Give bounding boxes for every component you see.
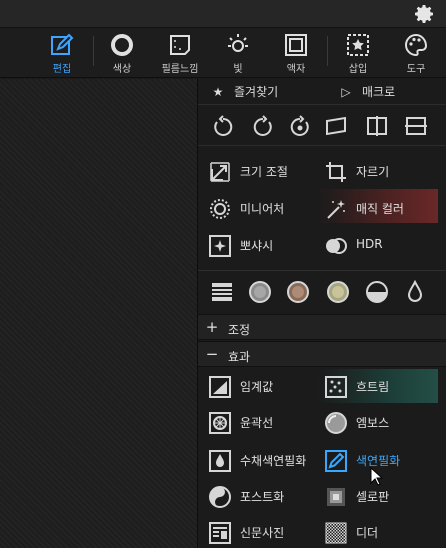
plus-icon: + xyxy=(205,318,219,336)
tool-label: 액자 xyxy=(286,64,306,75)
preset-row xyxy=(198,272,446,314)
minus-icon: − xyxy=(205,345,219,363)
dither-label: 디더 xyxy=(356,526,379,540)
main-toolbar: 편집 색상 필름느낌 빛 액자 삽입 도구 xyxy=(0,28,446,78)
preset-sepia-icon[interactable] xyxy=(286,280,310,304)
palette-icon xyxy=(405,33,428,57)
frame-icon xyxy=(285,34,307,56)
tool-film[interactable]: 필름느낌 xyxy=(158,32,202,75)
edit-panel: ★ 즐겨찾기 ▷ 매크로 크기 조절 자르기 미니어처 매직 컬러 뽀샤시 HDR xyxy=(197,79,446,548)
list-icon[interactable] xyxy=(210,280,234,304)
rotate-left-icon[interactable] xyxy=(210,113,236,139)
free-rotate-icon[interactable] xyxy=(287,113,313,139)
favorites-label: 즐겨찾기 xyxy=(234,85,279,99)
celluloid-label: 셀로판 xyxy=(356,490,390,504)
rotate-tools-row xyxy=(198,106,446,146)
posterize-label: 포스트화 xyxy=(240,490,285,504)
hdr-label: HDR xyxy=(356,237,383,251)
threshold-label: 임계값 xyxy=(240,380,274,394)
tool-tools[interactable]: 도구 xyxy=(394,32,438,75)
tool-color[interactable]: 색상 xyxy=(100,32,144,75)
newspaper-label: 신문사진 xyxy=(240,526,285,540)
tool-light[interactable]: 빛 xyxy=(216,32,260,75)
image-canvas[interactable] xyxy=(0,79,197,548)
tool-label: 편집 xyxy=(52,64,72,75)
tool-label: 색상 xyxy=(112,64,132,75)
play-icon: ▷ xyxy=(341,85,351,99)
dither-icon xyxy=(325,522,347,544)
tool-label: 필름느낌 xyxy=(161,64,199,75)
tool-label: 도구 xyxy=(406,64,426,75)
water-drop-icon xyxy=(209,450,231,472)
crop-label: 자르기 xyxy=(356,165,390,179)
rotate-right-icon[interactable] xyxy=(250,113,276,139)
outline-label: 윤곽선 xyxy=(240,416,274,430)
tool-label: 삽입 xyxy=(348,64,368,75)
flip-vertical-icon[interactable] xyxy=(403,113,429,139)
celluloid-icon xyxy=(327,488,345,506)
miniature-label: 미니어처 xyxy=(240,202,285,216)
tool-edit[interactable]: 편집 xyxy=(40,32,84,75)
drop-icon[interactable] xyxy=(403,280,427,304)
tool-insert[interactable]: 삽입 xyxy=(336,32,380,75)
emboss-label: 엠보스 xyxy=(356,416,390,430)
watercolor-label: 수채색연필화 xyxy=(240,454,307,468)
gear-icon[interactable] xyxy=(412,2,436,26)
favorites-button[interactable]: ★ 즐겨찾기 xyxy=(208,83,279,100)
emboss-icon xyxy=(325,412,347,434)
flip-horizontal-icon[interactable] xyxy=(364,113,390,139)
resize-label: 크기 조절 xyxy=(240,165,288,179)
adjust-section-title: 조정 xyxy=(228,323,251,337)
half-circle-icon[interactable] xyxy=(365,280,389,304)
hdr-icon xyxy=(326,238,347,254)
outline-icon xyxy=(209,412,231,434)
sparkle-icon xyxy=(209,235,231,257)
star-icon: ★ xyxy=(212,85,224,99)
threshold-icon xyxy=(209,376,231,398)
film-icon xyxy=(170,35,190,55)
mouse-cursor-icon xyxy=(370,467,384,486)
toolbar-divider xyxy=(93,36,94,66)
color-circle-icon xyxy=(111,34,133,56)
edit-icon xyxy=(51,33,74,55)
posterize-icon xyxy=(209,486,231,508)
newspaper-icon xyxy=(209,522,231,544)
magic-wand-icon xyxy=(327,200,345,219)
insert-star-icon xyxy=(347,34,369,56)
magic-color-label: 매직 컬러 xyxy=(356,202,404,216)
sharpen-label: 뽀샤시 xyxy=(240,239,274,253)
macro-label: 매크로 xyxy=(362,85,396,99)
adjust-section-header[interactable]: + 조정 xyxy=(198,314,446,340)
miniature-icon xyxy=(210,199,230,219)
effect-section-header[interactable]: − 효과 xyxy=(198,341,446,367)
effect-section-title: 효과 xyxy=(228,350,251,364)
crop-icon xyxy=(326,162,346,182)
straighten-icon[interactable] xyxy=(324,113,350,139)
toolbar-divider xyxy=(327,36,328,66)
favorites-row: ★ 즐겨찾기 ▷ 매크로 xyxy=(198,79,446,105)
preset-warm-icon[interactable] xyxy=(326,280,350,304)
top-bar xyxy=(0,0,446,28)
preset-gray-icon[interactable] xyxy=(248,280,272,304)
pencil-icon xyxy=(325,450,347,472)
sun-icon xyxy=(228,34,248,52)
tool-frame[interactable]: 액자 xyxy=(274,32,318,75)
scatter-label: 흐트림 xyxy=(356,380,390,394)
tool-label: 빛 xyxy=(233,64,243,75)
divider xyxy=(198,270,446,271)
macro-button[interactable]: ▷ 매크로 xyxy=(336,83,395,100)
resize-icon xyxy=(210,162,230,182)
scatter-icon xyxy=(325,376,347,398)
